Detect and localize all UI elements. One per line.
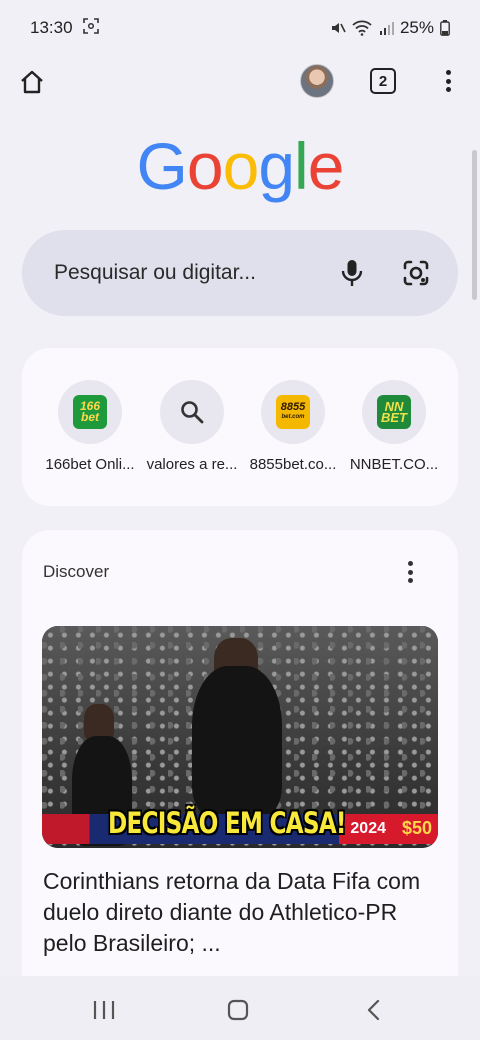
shortcut-label: 166bet Onli... [45, 456, 135, 473]
home-button[interactable] [16, 66, 48, 98]
search-input[interactable]: Pesquisar ou digitar... [54, 261, 330, 285]
dot [407, 561, 413, 566]
home-nav-icon [227, 999, 249, 1021]
system-navigation-bar [0, 976, 480, 1040]
shortcut-166bet[interactable]: 166 bet 166bet Onli... [35, 380, 145, 473]
board-text: 2024 [350, 820, 386, 837]
dot [407, 569, 413, 575]
logo-letter: o [186, 129, 224, 203]
shortcut-8855bet[interactable]: 8855 bet.com 8855bet.co... [238, 380, 348, 473]
image-caption: DECISÃO EM CASA! [108, 806, 346, 840]
article-headline[interactable]: Corinthians retorna da Data Fifa com due… [43, 866, 443, 959]
status-bar: 13:30 25% [0, 0, 480, 56]
home-nav-button[interactable] [218, 994, 258, 1026]
discover-feed: Discover 2024 $50 DECISÃO EM CASA! Corin… [22, 530, 458, 990]
shortcut-tile: 8855 bet.com [261, 380, 325, 444]
shortcut-label: 8855bet.co... [249, 456, 337, 473]
article-image[interactable]: 2024 $50 DECISÃO EM CASA! [42, 626, 438, 848]
dot [445, 87, 451, 92]
logo-letter: g [258, 129, 295, 203]
board-text: $50 [401, 818, 432, 838]
shortcut-label: NNBET.CO... [349, 456, 439, 473]
lens-icon [403, 260, 429, 286]
shortcut-nnbet[interactable]: NN BET NNBET.CO... [339, 380, 449, 473]
discover-menu-button[interactable] [404, 560, 416, 584]
dot [445, 78, 451, 84]
shortcut-valores[interactable]: valores a re... [137, 380, 247, 473]
back-icon [367, 999, 380, 1021]
microphone-icon [341, 260, 363, 286]
logo-letter: o [222, 129, 260, 203]
166bet-favicon: 166 bet [73, 395, 107, 429]
nnbet-favicon: NN BET [377, 395, 411, 429]
shortcut-tile: 166 bet [58, 380, 122, 444]
wifi-icon [352, 20, 372, 36]
search-box[interactable]: Pesquisar ou digitar... [22, 230, 458, 316]
shortcuts-panel: 166 bet 166bet Onli... valores a re... 88… [22, 348, 458, 506]
status-time: 13:30 [30, 18, 73, 37]
shortcut-tile: NN BET [362, 380, 426, 444]
8855bet-favicon: 8855 bet.com [276, 395, 310, 429]
mute-icon [330, 20, 346, 36]
recents-icon [93, 1001, 115, 1019]
home-icon [21, 70, 43, 94]
discover-title: Discover [43, 562, 110, 581]
shortcut-label: valores a re... [146, 456, 238, 473]
player-head [84, 704, 114, 740]
more-options-button[interactable] [438, 66, 458, 96]
screenshot-icon [82, 17, 99, 39]
player-figure [192, 666, 282, 816]
signal-icon [378, 20, 394, 36]
logo-letter: e [307, 129, 345, 203]
shortcut-tile [160, 380, 224, 444]
dot [445, 70, 451, 75]
battery-percent: 25% [399, 18, 434, 37]
logo-letter: l [294, 129, 309, 203]
tab-switcher-button[interactable]: 2 [370, 68, 396, 94]
browser-toolbar: 2 [0, 56, 480, 108]
logo-letter: G [136, 129, 188, 203]
voice-search-button[interactable] [330, 251, 374, 295]
battery-icon [440, 20, 450, 36]
google-lens-button[interactable] [394, 251, 438, 295]
recents-button[interactable] [84, 994, 124, 1026]
google-logo: Google [0, 128, 480, 204]
profile-avatar[interactable] [300, 64, 334, 98]
search-icon [181, 401, 204, 424]
dot [407, 578, 413, 583]
back-button[interactable] [354, 994, 394, 1026]
page-scrollbar[interactable] [472, 150, 477, 300]
